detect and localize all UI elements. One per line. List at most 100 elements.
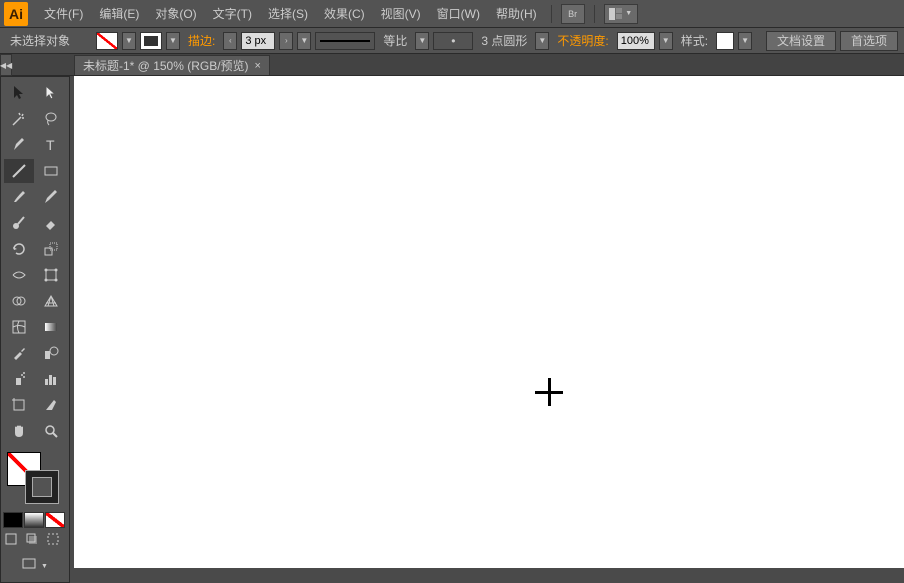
toolbox: T ▼: [0, 76, 70, 583]
stroke-weight-inc[interactable]: ›: [279, 32, 293, 50]
stroke-color-swatch[interactable]: [25, 470, 59, 504]
column-graph-tool[interactable]: [36, 367, 66, 391]
menu-separator: [594, 5, 595, 23]
transform-icon: [43, 267, 59, 283]
mesh-tool[interactable]: [4, 315, 34, 339]
slice-icon: [43, 397, 59, 413]
stroke-swatch[interactable]: [140, 32, 162, 50]
grid-icon: [609, 8, 623, 20]
draw-normal-button[interactable]: [3, 532, 23, 550]
preferences-button[interactable]: 首选项: [840, 31, 898, 51]
symbol-sprayer-tool[interactable]: [4, 367, 34, 391]
color-panel: [3, 448, 67, 510]
draw-inside-icon: [47, 533, 63, 549]
arrange-documents-button[interactable]: ▼: [604, 4, 638, 24]
menu-help[interactable]: 帮助(H): [488, 0, 545, 28]
fill-dropdown[interactable]: ▼: [122, 32, 136, 50]
opacity-input[interactable]: [617, 32, 655, 50]
menu-object[interactable]: 对象(O): [147, 0, 204, 28]
menu-file[interactable]: 文件(F): [36, 0, 91, 28]
stroke-weight-dec[interactable]: ‹: [223, 32, 237, 50]
lasso-icon: [43, 111, 59, 127]
document-setup-button[interactable]: 文档设置: [766, 31, 836, 51]
stroke-weight-input[interactable]: [241, 32, 275, 50]
menu-type[interactable]: 文字(T): [205, 0, 260, 28]
rotate-tool[interactable]: [4, 237, 34, 261]
mesh-icon: [11, 319, 27, 335]
canvas[interactable]: [74, 76, 904, 568]
blend-tool[interactable]: [36, 341, 66, 365]
type-tool[interactable]: T: [36, 133, 66, 157]
menu-select[interactable]: 选择(S): [260, 0, 316, 28]
menu-edit[interactable]: 编辑(E): [91, 0, 147, 28]
pen-tool[interactable]: [4, 133, 34, 157]
lasso-tool[interactable]: [36, 107, 66, 131]
artboard-tool[interactable]: [4, 393, 34, 417]
document-tab[interactable]: 未标题-1* @ 150% (RGB/预览) ×: [74, 55, 270, 75]
profile-preview[interactable]: •: [433, 32, 473, 50]
fill-swatch[interactable]: [96, 32, 118, 50]
menu-window[interactable]: 窗口(W): [429, 0, 488, 28]
free-transform-tool[interactable]: [36, 263, 66, 287]
scale-tool[interactable]: [36, 237, 66, 261]
stroke-weight-dropdown[interactable]: ▼: [297, 32, 311, 50]
control-bar: 未选择对象 ▼ ▼ 描边: ‹ › ▼ 等比 ▼ • 3 点圆形 ▼ 不透明度:…: [0, 28, 904, 54]
screen-icon: [22, 558, 38, 574]
screen-mode-button[interactable]: ▼: [4, 554, 66, 578]
direct-selection-tool[interactable]: [36, 81, 66, 105]
style-swatch[interactable]: [716, 32, 734, 50]
dock-toggle[interactable]: ◀◀: [0, 54, 12, 76]
width-icon: [11, 267, 27, 283]
spray-icon: [11, 371, 27, 387]
opacity-dropdown[interactable]: ▼: [659, 32, 673, 50]
draw-behind-button[interactable]: [24, 532, 44, 550]
color-mode-gradient[interactable]: [24, 512, 44, 528]
opacity-label[interactable]: 不透明度:: [553, 32, 612, 49]
svg-text:T: T: [46, 137, 55, 153]
eyedropper-tool[interactable]: [4, 341, 34, 365]
selection-tool[interactable]: [4, 81, 34, 105]
bridge-button[interactable]: Br: [561, 4, 585, 24]
paintbrush-tool[interactable]: [4, 185, 34, 209]
pencil-tool[interactable]: [36, 185, 66, 209]
zoom-icon: [43, 423, 59, 439]
rectangle-tool[interactable]: [36, 159, 66, 183]
brush-preview[interactable]: [315, 32, 375, 50]
profile-dropdown[interactable]: ▼: [535, 32, 549, 50]
document-tab-title: 未标题-1* @ 150% (RGB/预览): [83, 57, 249, 74]
blob-brush-tool[interactable]: [4, 211, 34, 235]
magic-wand-tool[interactable]: [4, 107, 34, 131]
perspective-grid-tool[interactable]: [36, 289, 66, 313]
dot-icon: •: [451, 34, 455, 48]
arrow-white-icon: [43, 85, 59, 101]
gradient-tool[interactable]: [36, 315, 66, 339]
draw-inside-button[interactable]: [45, 532, 65, 550]
hand-icon: [11, 423, 27, 439]
artboard-icon: [11, 397, 27, 413]
draw-behind-icon: [26, 533, 42, 549]
graph-icon: [43, 371, 59, 387]
eraser-icon: [43, 215, 59, 231]
slice-tool[interactable]: [36, 393, 66, 417]
close-tab-button[interactable]: ×: [255, 60, 261, 72]
stroke-label[interactable]: 描边:: [184, 32, 219, 49]
width-tool[interactable]: [4, 263, 34, 287]
menu-effect[interactable]: 效果(C): [316, 0, 373, 28]
screen-mode-row: [3, 532, 67, 550]
gradient-icon: [43, 319, 59, 335]
brush-dropdown[interactable]: ▼: [415, 32, 429, 50]
line-tool[interactable]: [4, 159, 34, 183]
zoom-tool[interactable]: [36, 419, 66, 443]
stroke-dropdown[interactable]: ▼: [166, 32, 180, 50]
style-label: 样式:: [677, 32, 712, 49]
style-dropdown[interactable]: ▼: [738, 32, 752, 50]
menu-view[interactable]: 视图(V): [373, 0, 429, 28]
eraser-tool[interactable]: [36, 211, 66, 235]
rectangle-icon: [43, 163, 59, 179]
blob-icon: [11, 215, 27, 231]
hand-tool[interactable]: [4, 419, 34, 443]
shape-builder-tool[interactable]: [4, 289, 34, 313]
color-mode-none[interactable]: [45, 512, 65, 528]
color-mode-solid[interactable]: [3, 512, 23, 528]
eyedropper-icon: [11, 345, 27, 361]
